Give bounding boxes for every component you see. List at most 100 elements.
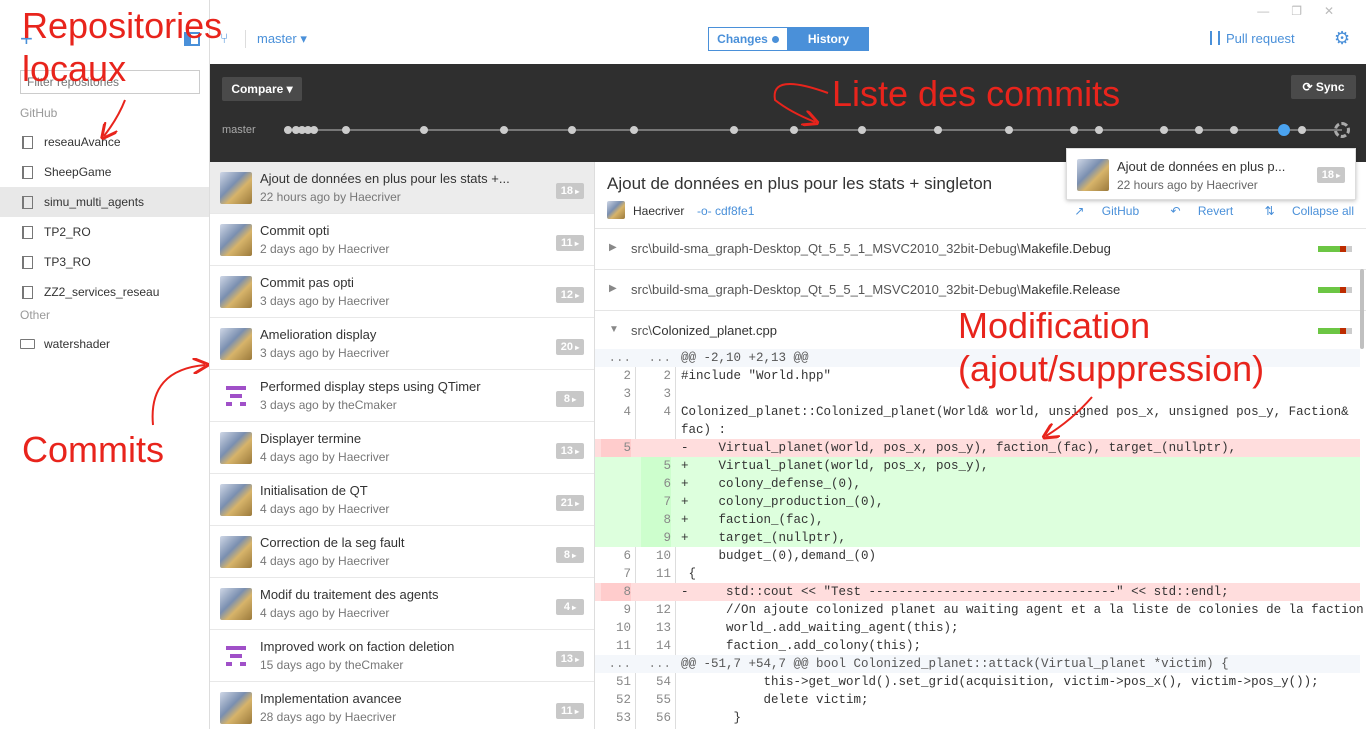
- changes-count-badge[interactable]: 4: [556, 599, 584, 615]
- timeline-commit-dot[interactable]: [630, 126, 638, 134]
- collapse-icon: ⇅: [1264, 204, 1278, 218]
- commit-meta: 22 hours ago by Haecriver: [260, 190, 401, 204]
- gear-icon[interactable]: ⚙: [1334, 28, 1350, 49]
- old-line-number: 6: [623, 549, 631, 563]
- timeline-commit-dot[interactable]: [1195, 126, 1203, 134]
- avatar: [220, 224, 252, 256]
- changes-count-badge[interactable]: 18: [556, 183, 584, 199]
- timeline-commit-dot[interactable]: [858, 126, 866, 134]
- commit-row[interactable]: Modif du traitement des agents 4 days ago…: [210, 578, 594, 630]
- sidebar-item-TP3_RO[interactable]: TP3_RO: [0, 247, 209, 277]
- diffstat-bar: [1318, 246, 1352, 252]
- sidebar-item-label: simu_multi_agents: [44, 195, 145, 209]
- changes-count-badge[interactable]: 13: [556, 443, 584, 459]
- timeline-branch-label: master: [222, 124, 256, 136]
- diff-line: 9 + target_(nullptr),: [595, 529, 1360, 547]
- sidebar-item-label: SheepGame: [44, 165, 112, 179]
- diff-code: faction_.add_colony(this);: [681, 639, 922, 653]
- changes-count-badge[interactable]: 8: [556, 391, 584, 407]
- timeline-commit-dot[interactable]: [342, 126, 350, 134]
- sidebar-item-ZZ2_services_reseau[interactable]: ZZ2_services_reseau: [0, 277, 209, 307]
- sidebar-item-TP2_RO[interactable]: TP2_RO: [0, 217, 209, 247]
- branch-selector[interactable]: master ▾: [257, 31, 307, 47]
- compare-button[interactable]: Compare ▾: [222, 77, 302, 101]
- commit-row[interactable]: Initialisation de QT 4 days ago by Haecri…: [210, 474, 594, 526]
- timeline-commit-dot[interactable]: [1005, 126, 1013, 134]
- commit-sha[interactable]: -o- cdf8fe1: [697, 204, 754, 218]
- commit-title: Commit pas opti: [260, 275, 354, 290]
- commit-row[interactable]: Performed display steps using QTimer 3 da…: [210, 370, 594, 422]
- caret-right-icon[interactable]: ▶: [609, 283, 617, 294]
- commit-row[interactable]: Amelioration display 3 days ago by Haecri…: [210, 318, 594, 370]
- commit-row[interactable]: Displayer termine 4 days ago by Haecriver…: [210, 422, 594, 474]
- changes-count-badge[interactable]: 20: [556, 339, 584, 355]
- diff-line: 5 + Virtual_planet(world, pos_x, pos_y),: [595, 457, 1360, 475]
- window-controls[interactable]: —❐✕: [1257, 4, 1356, 18]
- changes-count-badge[interactable]: 13: [556, 651, 584, 667]
- changed-file-row[interactable]: ▶ src\build-sma_graph-Desktop_Qt_5_5_1_MS…: [595, 269, 1366, 309]
- annotation-repositories: Repositories locaux: [22, 4, 222, 90]
- changes-count-badge[interactable]: 11: [556, 703, 584, 719]
- commit-meta: 4 days ago by Haecriver: [260, 450, 390, 464]
- changes-count-badge[interactable]: 21: [556, 495, 584, 511]
- timeline-commit-dot[interactable]: [790, 126, 798, 134]
- commit-row[interactable]: Correction de la seg fault 4 days ago by …: [210, 526, 594, 578]
- sidebar-item-reseauAvance[interactable]: reseauAvance: [0, 127, 209, 157]
- old-line-number: 51: [615, 675, 631, 689]
- timeline-commit-dot[interactable]: [310, 126, 318, 134]
- commit-title: Amelioration display: [260, 327, 377, 342]
- file-dir: src\build-sma_graph-Desktop_Qt_5_5_1_MSV…: [631, 282, 1021, 297]
- timeline-commit-dot[interactable]: [568, 126, 576, 134]
- commit-row[interactable]: Implementation avancee 28 days ago by Hae…: [210, 682, 594, 729]
- divider: [245, 30, 246, 48]
- diff-line: fac) :: [595, 421, 1360, 439]
- revert-button[interactable]: ↶ Revert: [1156, 204, 1233, 218]
- sidebar-item-simu_multi_agents[interactable]: simu_multi_agents: [0, 187, 209, 217]
- pull-request-button[interactable]: Pull request: [1210, 31, 1295, 46]
- diff-code: + faction_(fac),: [681, 513, 824, 527]
- avatar: [220, 276, 252, 308]
- timeline-commit-dot[interactable]: [420, 126, 428, 134]
- commit-row[interactable]: Ajout de données en plus pour les stats …: [210, 162, 594, 214]
- changes-count-badge[interactable]: 11: [556, 235, 584, 251]
- old-line-number: 5: [601, 439, 631, 457]
- timeline-commit-dot[interactable]: [1070, 126, 1078, 134]
- new-line-number: 13: [655, 621, 671, 635]
- tab-changes-label: Changes: [717, 32, 768, 46]
- changes-count-badge[interactable]: 12: [556, 287, 584, 303]
- new-line-number: 4: [663, 405, 671, 419]
- old-line-number: ...: [608, 351, 631, 365]
- timeline-commit-dot[interactable]: [500, 126, 508, 134]
- timeline-commit-dot[interactable]: [730, 126, 738, 134]
- caret-down-icon[interactable]: ▼: [609, 324, 619, 335]
- scrollbar[interactable]: [1360, 269, 1364, 349]
- changes-count-badge[interactable]: 8: [556, 547, 584, 563]
- commit-sha-label: cdf8fe1: [715, 204, 755, 218]
- tab-changes[interactable]: Changes: [708, 27, 788, 51]
- new-line-number: 3: [663, 387, 671, 401]
- timeline-commit-dot[interactable]: [284, 126, 292, 134]
- timeline-commit-dot[interactable]: [1095, 126, 1103, 134]
- collapse-all-button[interactable]: ⇅ Collapse all: [1251, 204, 1354, 218]
- caret-right-icon[interactable]: ▶: [609, 242, 617, 253]
- sync-button[interactable]: ⟳ Sync: [1291, 75, 1356, 99]
- tab-history[interactable]: History: [788, 27, 869, 51]
- timeline-commit-dot[interactable]: [1278, 124, 1290, 136]
- view-on-github-button[interactable]: ↗ GitHub: [1060, 204, 1139, 218]
- changed-file-row[interactable]: ▶ src\build-sma_graph-Desktop_Qt_5_5_1_MS…: [595, 228, 1366, 268]
- old-line-number: 11: [615, 639, 631, 653]
- sidebar-item-SheepGame[interactable]: SheepGame: [0, 157, 209, 187]
- sidebar-item-watershader[interactable]: watershader: [0, 329, 209, 359]
- commit-title: Displayer termine: [260, 431, 362, 446]
- old-line-number: 9: [623, 603, 631, 617]
- timeline-commit-dot[interactable]: [1298, 126, 1306, 134]
- commit-row[interactable]: Improved work on faction deletion 15 days…: [210, 630, 594, 682]
- new-line-number: 8: [641, 511, 671, 529]
- timeline-commit-dot[interactable]: [934, 126, 942, 134]
- diff-code: {: [681, 567, 697, 581]
- commit-row[interactable]: Commit opti 2 days ago by Haecriver 11: [210, 214, 594, 266]
- repo-icon: [22, 226, 33, 239]
- timeline-commit-dot[interactable]: [1230, 126, 1238, 134]
- timeline-commit-dot[interactable]: [1160, 126, 1168, 134]
- commit-row[interactable]: Commit pas opti 3 days ago by Haecriver 12: [210, 266, 594, 318]
